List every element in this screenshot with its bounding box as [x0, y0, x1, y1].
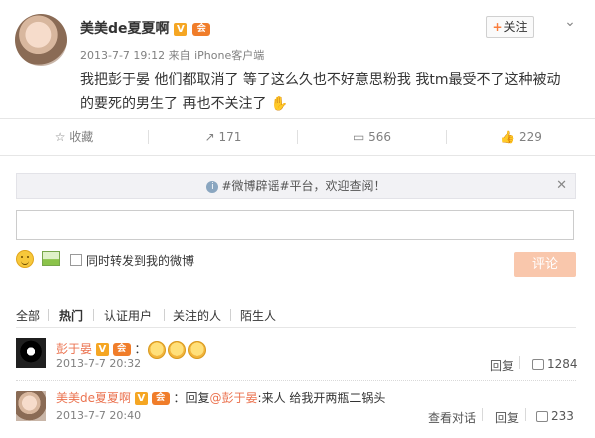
divider — [16, 327, 576, 328]
comment-button[interactable]: ▭ 566 — [298, 119, 446, 156]
repost-button[interactable]: ↗ 171 — [149, 119, 297, 156]
comment-text: ：回复 — [173, 391, 210, 405]
vip-badge-icon: 会 — [112, 343, 131, 356]
repost-icon: ↗ — [204, 130, 215, 144]
sad-face-emoji-icon — [168, 340, 187, 359]
divider — [525, 408, 526, 421]
emoji-icon[interactable] — [16, 250, 34, 268]
close-icon[interactable]: ✕ — [556, 174, 567, 198]
thumbs-up-icon — [532, 359, 544, 370]
comment-like-button[interactable]: 233 — [536, 409, 574, 423]
divider — [16, 380, 576, 381]
comment-like-button[interactable]: 1284 — [532, 357, 578, 371]
comment-body: 美美de夏夏啊 V 会 ：回复@彭于晏:来人 给我开两瓶二锅头 — [56, 389, 385, 406]
post-meta: 2013-7-7 19:12 来自 iPhone客户端 — [80, 49, 265, 62]
comment-avatar[interactable] — [16, 338, 46, 368]
submit-comment-button[interactable]: 评论 — [514, 252, 576, 277]
comment-like-count: 1284 — [547, 357, 578, 371]
comment-time: 2013-7-7 20:40 — [56, 409, 142, 422]
thumbs-up-icon — [536, 411, 548, 422]
divider — [93, 309, 94, 321]
info-icon: i — [206, 180, 219, 193]
divider — [519, 356, 520, 369]
tab-following[interactable]: 关注的人 — [173, 307, 221, 324]
repost-checkbox[interactable] — [70, 254, 82, 266]
tab-strangers[interactable]: 陌生人 — [240, 307, 276, 324]
divider — [230, 309, 231, 321]
favorite-button[interactable]: ☆ 收藏 — [0, 119, 148, 156]
author-avatar[interactable] — [15, 14, 67, 66]
repost-count: 171 — [218, 130, 242, 144]
author-name[interactable]: 美美de夏夏啊 — [80, 21, 170, 37]
comment-text-after: :来人 给我开两瓶二锅头 — [257, 391, 386, 405]
mention-link[interactable]: @彭于晏 — [210, 391, 258, 405]
follow-label: 关注 — [503, 20, 528, 34]
rumor-notice[interactable]: i #微博辟谣#平台，欢迎查阅！ ✕ — [16, 173, 576, 199]
hand-emoji-icon: ✋ — [270, 96, 289, 112]
tab-hot[interactable]: 热门 — [59, 307, 83, 324]
reply-link[interactable]: 回复 — [495, 409, 519, 426]
view-dialog-link[interactable]: 查看对话 — [428, 409, 476, 426]
star-icon: ☆ — [54, 130, 66, 144]
sad-face-emoji-icon — [188, 340, 206, 359]
chevron-down-icon[interactable]: ⌄ — [562, 14, 578, 30]
tab-verified-users[interactable]: 认证用户 — [104, 307, 152, 324]
thumbs-up-icon: 👍 — [500, 130, 516, 144]
comment-input[interactable] — [16, 210, 574, 240]
repost-checkbox-label: 同时转发到我的微博 — [86, 254, 195, 268]
verified-badge-icon: V — [134, 392, 148, 405]
sad-face-emoji-icon — [148, 340, 167, 359]
image-icon[interactable] — [42, 251, 60, 266]
divider — [482, 408, 483, 421]
comment-count: 566 — [368, 130, 392, 144]
divider — [164, 309, 165, 321]
post-action-bar: ☆ 收藏 ↗ 171 ▭ 566 👍 229 — [0, 118, 595, 155]
like-count: 229 — [518, 130, 542, 144]
vip-badge-icon: 会 — [151, 392, 170, 405]
post-text: 我把彭于晏 他们都取消了 等了这么久也不好意思粉我 我tm最受不了这种被动的要死… — [80, 72, 561, 112]
comment-icon: ▭ — [352, 130, 365, 144]
notice-text: #微博辟谣#平台，欢迎查阅！ — [221, 179, 386, 193]
like-button[interactable]: 👍 229 — [447, 119, 595, 156]
author-header: 美美de夏夏啊 V 会 — [80, 18, 211, 38]
comment-time: 2013-7-7 20:32 — [56, 357, 142, 370]
comment-avatar[interactable] — [16, 391, 46, 421]
tab-all[interactable]: 全部 — [16, 307, 40, 324]
comment-text: ： — [134, 342, 147, 356]
vip-badge-icon: 会 — [192, 22, 211, 36]
reply-link[interactable]: 回复 — [490, 357, 514, 374]
commenter-name[interactable]: 美美de夏夏啊 — [56, 391, 131, 405]
comment-body: 彭于晏 V 会 ： — [56, 340, 206, 359]
favorite-label: 收藏 — [69, 130, 94, 144]
comment-like-count: 233 — [551, 409, 574, 423]
commenter-name[interactable]: 彭于晏 — [56, 342, 92, 356]
verified-badge-icon: V — [95, 343, 109, 356]
post-content: 我把彭于晏 他们都取消了 等了这么久也不好意思粉我 我tm最受不了这种被动的要死… — [80, 68, 570, 116]
verified-badge-icon: V — [174, 22, 188, 36]
follow-button[interactable]: +关注 — [486, 16, 534, 38]
divider — [48, 309, 49, 321]
plus-icon: + — [492, 20, 503, 34]
